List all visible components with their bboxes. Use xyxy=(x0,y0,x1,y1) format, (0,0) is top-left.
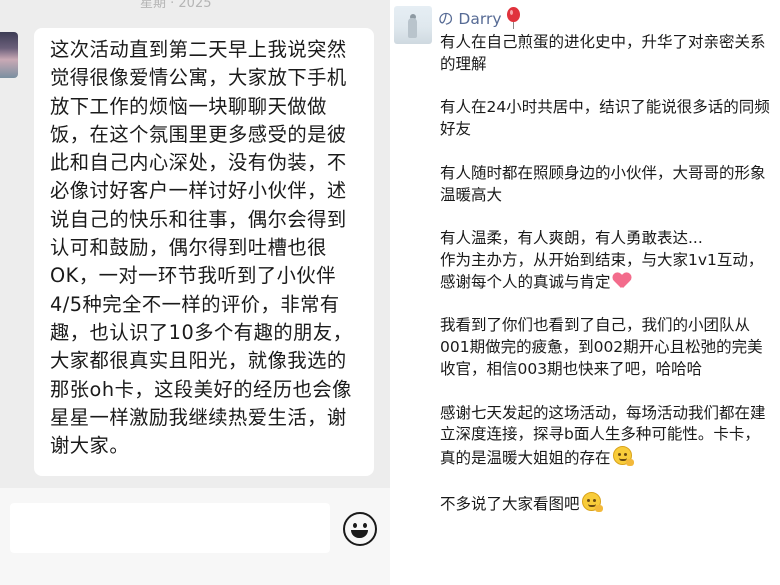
comment-paragraph: 有人温柔，有人爽朗，有人勇敢表达... 作为主办方，从开始到结束，与大家1v1互… xyxy=(440,228,770,293)
input-bar xyxy=(0,488,390,585)
username-text[interactable]: の Darry xyxy=(438,7,502,29)
paragraph-text: 不多说了大家看图吧 xyxy=(440,494,580,513)
mouth xyxy=(351,530,368,538)
thinking-face-icon xyxy=(612,446,634,467)
message-bubble[interactable]: 这次活动直到第二天早上我说突然觉得很像爱情公寓，大家放下手机放下工作的烦恼一块聊… xyxy=(34,28,374,476)
thinking-face-icon xyxy=(581,491,603,512)
comment-paragraph: 不多说了大家看图吧 xyxy=(440,491,770,516)
comment-paragraph: 我看到了你们也看到了自己，我们的小团队从001期做完的疲惫，到002期开心且松弛… xyxy=(440,315,770,380)
face-eye xyxy=(617,453,621,457)
commenter-name[interactable]: の Darry xyxy=(438,7,521,29)
balloon-icon xyxy=(506,7,521,29)
face-eye xyxy=(586,498,590,502)
chat-header-strip: 星期 · 2025 xyxy=(0,0,390,11)
face-hand xyxy=(625,459,634,467)
smiley-icon[interactable] xyxy=(343,512,377,546)
message-text: 这次活动直到第二天早上我说突然觉得很像爱情公寓，大家放下手机放下工作的烦恼一块聊… xyxy=(50,38,353,458)
balloon-body xyxy=(506,7,520,22)
header-fragment: 星期 · 2025 xyxy=(140,0,212,11)
paragraph-text: 有人温柔，有人爽朗，有人勇敢表达... 作为主办方，从开始到结束，与大家1v1互… xyxy=(440,229,764,291)
eye-right xyxy=(363,523,367,528)
eye-left xyxy=(353,523,357,528)
commenter-avatar[interactable] xyxy=(394,6,432,44)
comment-body: 有人在自己煎蛋的进化史中，升华了对亲密关系的理解 有人在24小时共居中，结识了能… xyxy=(440,32,770,537)
balloon-string xyxy=(512,22,514,29)
face-hand xyxy=(594,504,603,512)
paragraph-text: 有人在24小时共居中，结识了能说很多话的同频好友 xyxy=(440,98,770,139)
balloon-shine xyxy=(509,10,513,15)
paragraph-text: 有人在自己煎蛋的进化史中，升华了对亲密关系的理解 xyxy=(440,33,766,73)
face-eye xyxy=(592,498,596,502)
heart-icon xyxy=(613,273,631,289)
paragraph-text: 有人随时都在照顾身边的小伙伴，大哥哥的形象温暖高大 xyxy=(440,163,766,204)
message-input[interactable] xyxy=(10,503,330,553)
sender-avatar[interactable] xyxy=(0,32,18,78)
comment-panel: の Darry 有人在自己煎蛋的进化史中，升华了对亲密关系的理解 有人在24小时… xyxy=(392,0,780,585)
comment-paragraph: 感谢七天发起的这场活动，每场活动我们都在建立深度连接，探寻b面人生多种可能性。卡… xyxy=(440,403,770,470)
comment-paragraph: 有人在自己煎蛋的进化史中，升华了对亲密关系的理解 xyxy=(440,32,770,76)
comment-paragraph: 有人随时都在照顾身边的小伙伴，大哥哥的形象温暖高大 xyxy=(440,163,770,207)
avatar-figure xyxy=(408,18,417,38)
comment-paragraph: 有人在24小时共居中，结识了能说很多话的同频好友 xyxy=(440,97,770,141)
paragraph-text: 感谢七天发起的这场活动，每场活动我们都在建立深度连接，探寻b面人生多种可能性。卡… xyxy=(440,403,766,468)
paragraph-text: 我看到了你们也看到了自己，我们的小团队从001期做完的疲惫，到002期开心且松弛… xyxy=(440,316,763,378)
face-eye xyxy=(623,453,627,457)
chat-panel: 星期 · 2025 这次活动直到第二天早上我说突然觉得很像爱情公寓，大家放下手机… xyxy=(0,0,390,585)
